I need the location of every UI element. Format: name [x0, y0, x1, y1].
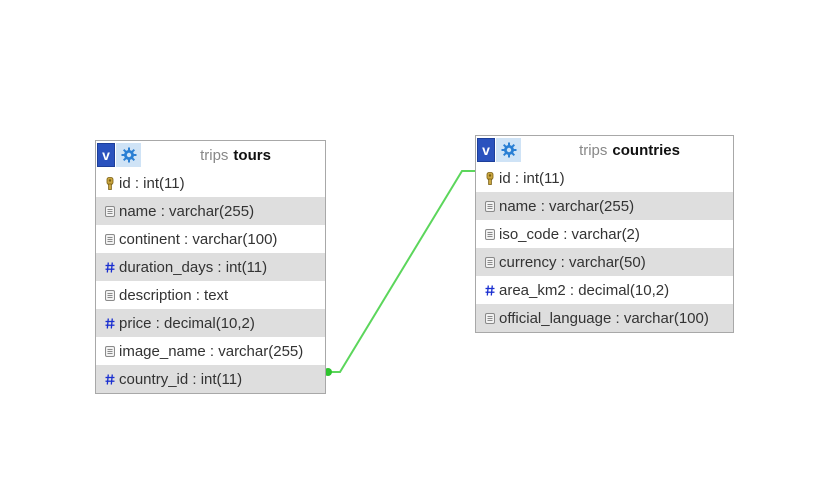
relation-line[interactable] — [326, 170, 475, 373]
column-label: name : varchar(255) — [499, 197, 635, 215]
gear-icon — [501, 142, 516, 158]
key-icon — [482, 171, 497, 185]
table-header: v trips countries — [476, 136, 733, 164]
table-title[interactable]: trips tours — [146, 141, 325, 169]
column-label: price : decimal(10,2) — [119, 314, 255, 332]
table-options-button[interactable] — [496, 138, 521, 162]
column-row[interactable]: id : int(11) — [96, 169, 325, 197]
text-field-icon — [482, 200, 497, 212]
text-field-icon — [102, 289, 117, 301]
database-name: trips — [200, 146, 229, 164]
column-label: duration_days : int(11) — [119, 258, 268, 276]
column-row[interactable]: id : int(11) — [476, 164, 733, 192]
toggle-columns-button[interactable]: v — [97, 143, 115, 167]
column-row[interactable]: name : varchar(255) — [96, 197, 325, 225]
column-label: country_id : int(11) — [119, 370, 243, 388]
numeric-field-icon — [482, 284, 497, 296]
gear-icon — [121, 147, 136, 163]
numeric-field-icon — [102, 373, 117, 385]
column-row[interactable]: price : decimal(10,2) — [96, 309, 325, 337]
toggle-columns-button[interactable]: v — [477, 138, 495, 162]
key-icon — [102, 176, 117, 190]
column-row[interactable]: official_language : varchar(100) — [476, 304, 733, 332]
column-label: description : text — [119, 286, 229, 304]
table-countries[interactable]: v trips countries id: int(11) name: va… — [475, 135, 734, 333]
column-list: id : int(11) name : varchar(255) iso_code … — [476, 164, 733, 332]
numeric-field-icon — [102, 317, 117, 329]
column-label: continent : varchar(100) — [119, 230, 278, 248]
table-name: countries — [612, 141, 680, 159]
column-row[interactable]: currency : varchar(50) — [476, 248, 733, 276]
text-field-icon — [482, 228, 497, 240]
table-title[interactable]: trips countries — [526, 136, 733, 164]
column-row[interactable]: image_name : varchar(255) — [96, 337, 325, 365]
column-label: id : int(11) — [119, 174, 185, 192]
table-name: tours — [233, 146, 271, 164]
database-name: trips — [579, 141, 608, 159]
column-row[interactable]: area_km2 : decimal(10,2) — [476, 276, 733, 304]
column-label: iso_code : varchar(2) — [499, 225, 640, 243]
numeric-field-icon — [102, 261, 117, 273]
column-label: official_language : varchar(100) — [499, 309, 709, 327]
column-label: id : int(11) — [499, 169, 565, 187]
column-row[interactable]: continent : varchar(100) — [96, 225, 325, 253]
table-tours[interactable]: v trips tours id : int(11) name: varcha… — [95, 140, 326, 394]
column-label: image_name : varchar(255) — [119, 342, 304, 360]
column-row[interactable]: name : varchar(255) — [476, 192, 733, 220]
table-header: v trips tours — [96, 141, 325, 169]
toggle-label: v — [482, 142, 490, 158]
text-field-icon — [482, 312, 497, 324]
toggle-label: v — [102, 147, 110, 163]
text-field-icon — [102, 233, 117, 245]
column-label: currency : varchar(50) — [499, 253, 646, 271]
column-row[interactable]: description : text — [96, 281, 325, 309]
text-field-icon — [102, 205, 117, 217]
column-label: name : varchar(255) — [119, 202, 255, 220]
text-field-icon — [482, 256, 497, 268]
column-row[interactable]: duration_days : int(11) — [96, 253, 325, 281]
column-row[interactable]: iso_code : varchar(2) — [476, 220, 733, 248]
table-options-button[interactable] — [116, 143, 141, 167]
text-field-icon — [102, 345, 117, 357]
column-row[interactable]: country_id : int(11) — [96, 365, 325, 393]
column-list: id : int(11) name : varchar(255) continent… — [96, 169, 325, 393]
column-label: area_km2 : decimal(10,2) — [499, 281, 670, 299]
